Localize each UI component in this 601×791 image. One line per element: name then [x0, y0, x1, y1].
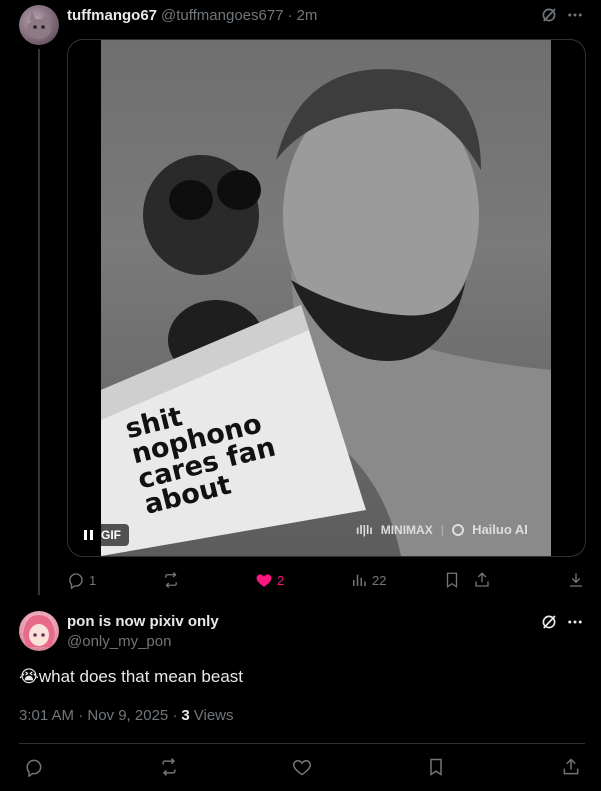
reply-views-count: 3: [181, 707, 190, 724]
timestamp[interactable]: 2m: [297, 7, 318, 24]
bookmark-icon: [446, 572, 458, 589]
views-button[interactable]: 22: [350, 570, 386, 590]
gif-media[interactable]: shit nophono cares fan about ıl|lı MINIM…: [67, 39, 586, 557]
view-count: 22: [372, 572, 387, 588]
reply-meta: 3:01 AM · Nov 9, 2025 · 3 Views: [19, 707, 234, 724]
reply-views-label: Views: [193, 707, 234, 724]
pause-icon[interactable]: [84, 530, 93, 540]
reply-timestamp[interactable]: 3:01 AM · Nov 9, 2025 ·: [19, 707, 177, 724]
watermark-divider: |: [440, 522, 445, 537]
reply-grok-icon[interactable]: [539, 612, 559, 632]
heart-icon: [292, 759, 312, 776]
like-count: 2: [277, 572, 285, 588]
cat-avatar-image: [27, 11, 51, 39]
repost-icon: [162, 758, 176, 776]
reply-share-button[interactable]: [560, 756, 582, 778]
repost-icon: [165, 572, 177, 588]
reply-display-name[interactable]: pon is now pixiv only: [67, 612, 219, 632]
reply-button[interactable]: 1: [67, 570, 96, 590]
download-button[interactable]: [566, 570, 586, 590]
separator-dot: ·: [287, 6, 293, 24]
reply-icon: [69, 573, 83, 589]
crying-emoji-icon: 😭: [19, 667, 39, 687]
reply-handle[interactable]: @only_my_pon: [67, 632, 219, 652]
avatar[interactable]: [19, 5, 59, 45]
tweet-header: tuffmango67 @tuffmangoes677 · 2m: [67, 5, 317, 25]
gif-badge[interactable]: GIF: [76, 524, 129, 546]
thread-line: [38, 49, 40, 595]
reply-count: 1: [89, 572, 97, 588]
display-name[interactable]: tuffmango67: [67, 7, 157, 24]
share-icon: [475, 572, 489, 587]
handle[interactable]: @tuffmangoes677: [161, 7, 284, 24]
reply-like-button[interactable]: [291, 756, 313, 778]
more-icon[interactable]: [565, 5, 585, 25]
heart-filled-icon: [256, 574, 272, 587]
repost-button[interactable]: [162, 570, 180, 590]
reply-reply-button[interactable]: [23, 756, 45, 778]
bookmark-icon: [430, 758, 442, 776]
anime-avatar-image: [23, 615, 55, 647]
watermark: ıl|lı MINIMAX | Hailuo AI: [356, 522, 528, 537]
bookmark-button[interactable]: [442, 570, 462, 590]
download-icon: [570, 573, 582, 587]
share-button[interactable]: [472, 570, 492, 590]
views-icon: [353, 574, 366, 586]
watermark-minimax: MINIMAX: [380, 522, 433, 537]
hailuo-icon: [452, 523, 465, 536]
reply-header: pon is now pixiv only @only_my_pon: [67, 612, 219, 652]
reply-more-icon[interactable]: [565, 612, 585, 632]
reply-text: 😭 what does that mean beast: [19, 667, 243, 687]
reply-avatar[interactable]: [19, 611, 59, 651]
gif-image: shit nophono cares fan about: [101, 40, 551, 556]
waveform-icon: ıl|lı: [356, 522, 373, 537]
divider: [19, 743, 585, 744]
reply-body: what does that mean beast: [38, 667, 244, 686]
reply-bookmark-button[interactable]: [425, 756, 447, 778]
watermark-hailuo: Hailuo AI: [472, 522, 528, 537]
grok-icon[interactable]: [539, 5, 559, 25]
reply-icon: [26, 759, 42, 777]
gif-label: GIF: [101, 528, 121, 542]
reply-repost-button[interactable]: [158, 756, 180, 778]
share-icon: [563, 758, 579, 775]
like-button[interactable]: 2: [255, 570, 284, 590]
